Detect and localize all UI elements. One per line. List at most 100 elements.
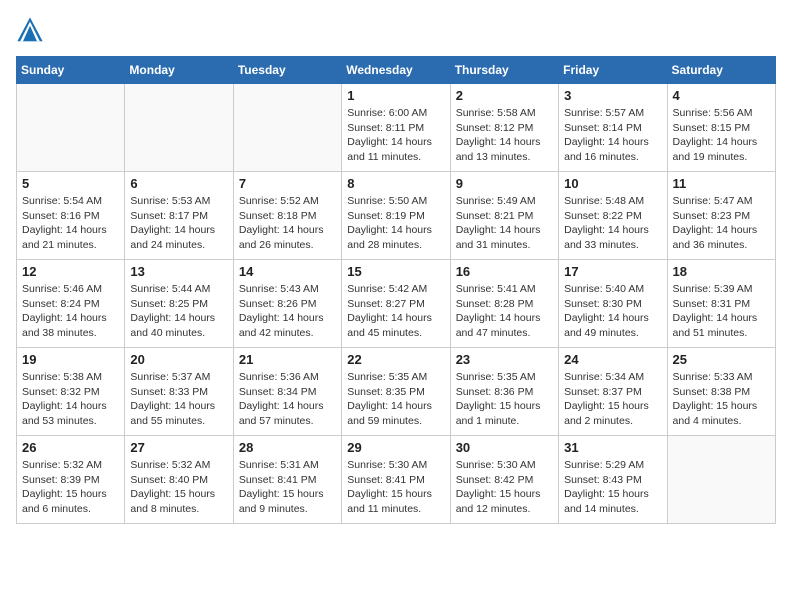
day-info: Sunrise: 5:33 AM Sunset: 8:38 PM Dayligh… — [673, 370, 770, 429]
week-row-4: 26 Sunrise: 5:32 AM Sunset: 8:39 PM Dayli… — [17, 436, 776, 524]
weekday-header-friday: Friday — [559, 57, 667, 84]
day-number: 17 — [564, 264, 661, 279]
calendar-cell — [233, 84, 341, 172]
calendar-cell — [17, 84, 125, 172]
logo-icon — [16, 16, 44, 44]
day-number: 10 — [564, 176, 661, 191]
day-number: 21 — [239, 352, 336, 367]
day-info: Sunrise: 5:34 AM Sunset: 8:37 PM Dayligh… — [564, 370, 661, 429]
calendar-cell: 8 Sunrise: 5:50 AM Sunset: 8:19 PM Daylig… — [342, 172, 450, 260]
day-number: 27 — [130, 440, 227, 455]
calendar-cell: 5 Sunrise: 5:54 AM Sunset: 8:16 PM Daylig… — [17, 172, 125, 260]
day-number: 1 — [347, 88, 444, 103]
day-number: 16 — [456, 264, 553, 279]
page: SundayMondayTuesdayWednesdayThursdayFrid… — [0, 0, 792, 534]
day-info: Sunrise: 5:46 AM Sunset: 8:24 PM Dayligh… — [22, 282, 119, 341]
day-number: 26 — [22, 440, 119, 455]
calendar-cell: 28Sunrise: 5:31 AM Sunset: 8:41 PM Dayli… — [233, 436, 341, 524]
day-info: Sunrise: 5:50 AM Sunset: 8:19 PM Dayligh… — [347, 194, 444, 253]
calendar-cell: 26 Sunrise: 5:32 AM Sunset: 8:39 PM Dayli… — [17, 436, 125, 524]
weekday-header-sunday: Sunday — [17, 57, 125, 84]
day-info: Sunrise: 5:36 AM Sunset: 8:34 PM Dayligh… — [239, 370, 336, 429]
day-info: Sunrise: 5:56 AM Sunset: 8:15 PM Dayligh… — [673, 106, 770, 165]
day-number: 23 — [456, 352, 553, 367]
day-number: 29 — [347, 440, 444, 455]
weekday-header-thursday: Thursday — [450, 57, 558, 84]
day-info: Sunrise: 5:29 AM Sunset: 8:43 PM Dayligh… — [564, 458, 661, 517]
calendar-cell: 20Sunrise: 5:37 AM Sunset: 8:33 PM Dayli… — [125, 348, 233, 436]
calendar-cell: 4 Sunrise: 5:56 AM Sunset: 8:15 PM Daylig… — [667, 84, 775, 172]
calendar-cell: 30 Sunrise: 5:30 AM Sunset: 8:42 PM Dayli… — [450, 436, 558, 524]
week-row-2: 12 Sunrise: 5:46 AM Sunset: 8:24 PM Dayli… — [17, 260, 776, 348]
calendar-cell: 3 Sunrise: 5:57 AM Sunset: 8:14 PM Daylig… — [559, 84, 667, 172]
day-number: 7 — [239, 176, 336, 191]
calendar-cell: 12 Sunrise: 5:46 AM Sunset: 8:24 PM Dayli… — [17, 260, 125, 348]
day-info: Sunrise: 5:31 AM Sunset: 8:41 PM Dayligh… — [239, 458, 336, 517]
calendar-cell: 31 Sunrise: 5:29 AM Sunset: 8:43 PM Dayli… — [559, 436, 667, 524]
calendar-cell: 6 Sunrise: 5:53 AM Sunset: 8:17 PM Daylig… — [125, 172, 233, 260]
weekday-header-row: SundayMondayTuesdayWednesdayThursdayFrid… — [17, 57, 776, 84]
calendar-cell: 21 Sunrise: 5:36 AM Sunset: 8:34 PM Dayli… — [233, 348, 341, 436]
day-info: Sunrise: 5:38 AM Sunset: 8:32 PM Dayligh… — [22, 370, 119, 429]
day-number: 13 — [130, 264, 227, 279]
calendar-table: SundayMondayTuesdayWednesdayThursdayFrid… — [16, 56, 776, 524]
day-number: 24 — [564, 352, 661, 367]
day-number: 30 — [456, 440, 553, 455]
day-info: Sunrise: 5:53 AM Sunset: 8:17 PM Dayligh… — [130, 194, 227, 253]
logo — [16, 16, 46, 44]
calendar-cell: 11 Sunrise: 5:47 AM Sunset: 8:23 PM Dayli… — [667, 172, 775, 260]
weekday-header-tuesday: Tuesday — [233, 57, 341, 84]
day-info: Sunrise: 5:57 AM Sunset: 8:14 PM Dayligh… — [564, 106, 661, 165]
day-number: 19 — [22, 352, 119, 367]
weekday-header-monday: Monday — [125, 57, 233, 84]
week-row-1: 5 Sunrise: 5:54 AM Sunset: 8:16 PM Daylig… — [17, 172, 776, 260]
day-info: Sunrise: 5:52 AM Sunset: 8:18 PM Dayligh… — [239, 194, 336, 253]
day-info: Sunrise: 5:44 AM Sunset: 8:25 PM Dayligh… — [130, 282, 227, 341]
day-info: Sunrise: 5:41 AM Sunset: 8:28 PM Dayligh… — [456, 282, 553, 341]
day-info: Sunrise: 5:48 AM Sunset: 8:22 PM Dayligh… — [564, 194, 661, 253]
header — [16, 16, 776, 44]
day-number: 15 — [347, 264, 444, 279]
day-number: 6 — [130, 176, 227, 191]
calendar-cell: 9Sunrise: 5:49 AM Sunset: 8:21 PM Daylig… — [450, 172, 558, 260]
day-info: Sunrise: 5:30 AM Sunset: 8:42 PM Dayligh… — [456, 458, 553, 517]
calendar-cell: 18 Sunrise: 5:39 AM Sunset: 8:31 PM Dayli… — [667, 260, 775, 348]
week-row-0: 1 Sunrise: 6:00 AM Sunset: 8:11 PM Daylig… — [17, 84, 776, 172]
day-info: Sunrise: 5:40 AM Sunset: 8:30 PM Dayligh… — [564, 282, 661, 341]
day-info: Sunrise: 5:42 AM Sunset: 8:27 PM Dayligh… — [347, 282, 444, 341]
day-info: Sunrise: 6:00 AM Sunset: 8:11 PM Dayligh… — [347, 106, 444, 165]
day-info: Sunrise: 5:32 AM Sunset: 8:40 PM Dayligh… — [130, 458, 227, 517]
day-number: 5 — [22, 176, 119, 191]
calendar-cell: 16 Sunrise: 5:41 AM Sunset: 8:28 PM Dayli… — [450, 260, 558, 348]
calendar-cell: 15 Sunrise: 5:42 AM Sunset: 8:27 PM Dayli… — [342, 260, 450, 348]
day-number: 18 — [673, 264, 770, 279]
day-number: 4 — [673, 88, 770, 103]
calendar-cell — [125, 84, 233, 172]
day-number: 31 — [564, 440, 661, 455]
calendar-cell: 27 Sunrise: 5:32 AM Sunset: 8:40 PM Dayli… — [125, 436, 233, 524]
day-info: Sunrise: 5:30 AM Sunset: 8:41 PM Dayligh… — [347, 458, 444, 517]
day-number: 12 — [22, 264, 119, 279]
day-info: Sunrise: 5:58 AM Sunset: 8:12 PM Dayligh… — [456, 106, 553, 165]
calendar-cell: 23 Sunrise: 5:35 AM Sunset: 8:36 PM Dayli… — [450, 348, 558, 436]
day-info: Sunrise: 5:54 AM Sunset: 8:16 PM Dayligh… — [22, 194, 119, 253]
day-number: 20 — [130, 352, 227, 367]
day-number: 8 — [347, 176, 444, 191]
calendar-cell: 22Sunrise: 5:35 AM Sunset: 8:35 PM Dayli… — [342, 348, 450, 436]
day-info: Sunrise: 5:49 AM Sunset: 8:21 PM Dayligh… — [456, 194, 553, 253]
weekday-header-saturday: Saturday — [667, 57, 775, 84]
day-number: 22 — [347, 352, 444, 367]
calendar-cell: 17 Sunrise: 5:40 AM Sunset: 8:30 PM Dayli… — [559, 260, 667, 348]
day-info: Sunrise: 5:32 AM Sunset: 8:39 PM Dayligh… — [22, 458, 119, 517]
day-number: 11 — [673, 176, 770, 191]
day-info: Sunrise: 5:47 AM Sunset: 8:23 PM Dayligh… — [673, 194, 770, 253]
day-number: 3 — [564, 88, 661, 103]
week-row-3: 19 Sunrise: 5:38 AM Sunset: 8:32 PM Dayli… — [17, 348, 776, 436]
calendar-cell: 19 Sunrise: 5:38 AM Sunset: 8:32 PM Dayli… — [17, 348, 125, 436]
day-info: Sunrise: 5:39 AM Sunset: 8:31 PM Dayligh… — [673, 282, 770, 341]
day-info: Sunrise: 5:35 AM Sunset: 8:36 PM Dayligh… — [456, 370, 553, 429]
calendar-cell: 29 Sunrise: 5:30 AM Sunset: 8:41 PM Dayli… — [342, 436, 450, 524]
calendar-cell: 2Sunrise: 5:58 AM Sunset: 8:12 PM Daylig… — [450, 84, 558, 172]
calendar-cell: 1 Sunrise: 6:00 AM Sunset: 8:11 PM Daylig… — [342, 84, 450, 172]
calendar-cell — [667, 436, 775, 524]
